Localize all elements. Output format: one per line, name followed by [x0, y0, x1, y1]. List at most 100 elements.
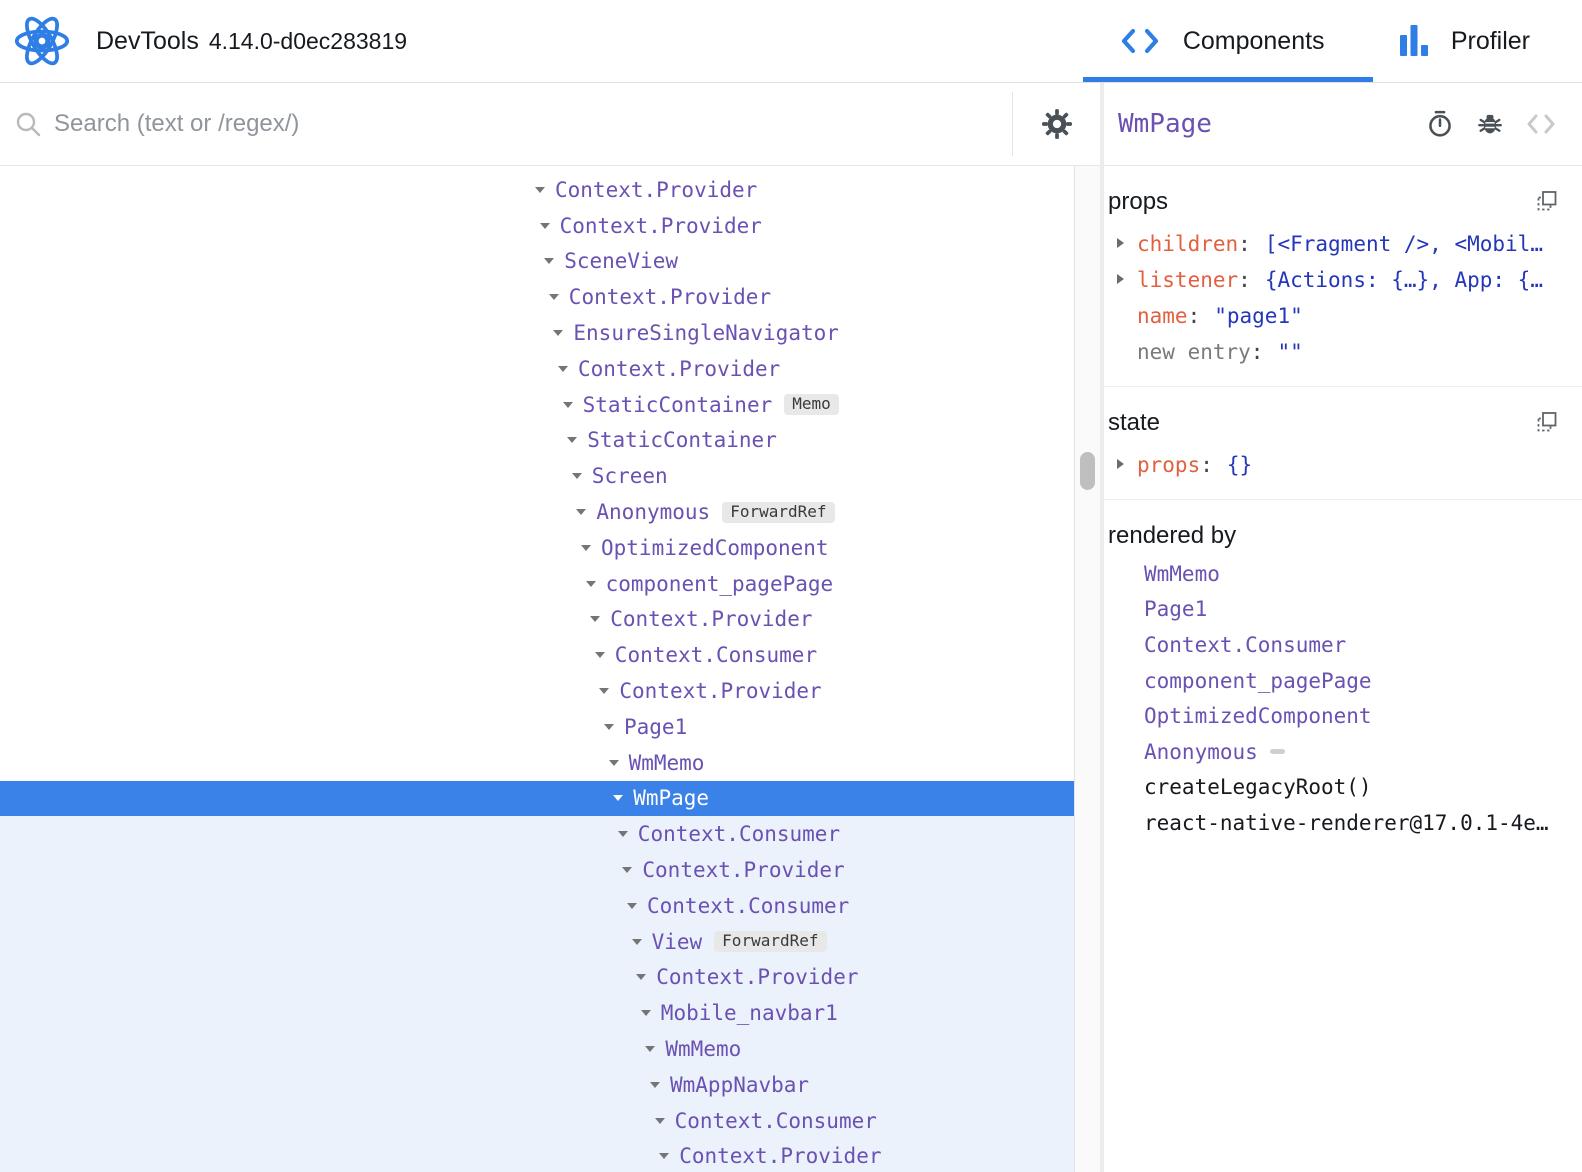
- caret-down-icon[interactable]: [613, 795, 623, 801]
- caret-down-icon[interactable]: [540, 223, 550, 229]
- tab-components[interactable]: Components: [1083, 0, 1373, 82]
- rendered-by-item[interactable]: Context.Consumer: [1106, 627, 1558, 663]
- component-tree[interactable]: Context.ProviderContext.ProviderSceneVie…: [0, 166, 1100, 1172]
- caret-down-icon[interactable]: [567, 437, 577, 443]
- caret-down-icon[interactable]: [659, 1153, 669, 1159]
- tree-row[interactable]: Context.Consumer: [0, 888, 1074, 924]
- tree-row[interactable]: EnsureSingleNavigator: [0, 315, 1074, 351]
- rendered-by-name[interactable]: component_pagePage: [1144, 669, 1372, 693]
- tree-row[interactable]: Context.Provider: [0, 279, 1074, 315]
- caret-down-icon[interactable]: [609, 760, 619, 766]
- component-name: Page1: [624, 715, 687, 739]
- tree-row[interactable]: OptimizedComponent: [0, 530, 1074, 566]
- prop-value[interactable]: {Actions: {…}, App: {…: [1265, 268, 1543, 292]
- prop-value[interactable]: "page1": [1214, 304, 1303, 328]
- rendered-by-name[interactable]: WmMemo: [1144, 562, 1220, 586]
- caret-down-icon[interactable]: [558, 366, 568, 372]
- caret-down-icon[interactable]: [553, 330, 563, 336]
- view-source-button[interactable]: [1526, 113, 1556, 135]
- rendered-by-item[interactable]: WmMemo: [1106, 556, 1558, 592]
- expand-arrow-icon[interactable]: [1115, 459, 1137, 471]
- rendered-by-name[interactable]: Page1: [1144, 597, 1207, 621]
- caret-down-icon[interactable]: [604, 724, 614, 730]
- caret-down-icon[interactable]: [645, 1046, 655, 1052]
- tree-row[interactable]: Context.Provider: [0, 960, 1074, 996]
- caret-down-icon[interactable]: [549, 294, 559, 300]
- expand-arrow-icon[interactable]: [1115, 274, 1137, 286]
- tree-row[interactable]: Context.Provider: [0, 172, 1074, 208]
- selected-component-title: WmPage: [1118, 109, 1212, 139]
- caret-down-icon[interactable]: [535, 187, 545, 193]
- prop-value[interactable]: "": [1277, 340, 1302, 364]
- search-input[interactable]: [54, 110, 1012, 138]
- tree-row[interactable]: Context.Provider: [0, 852, 1074, 888]
- tree-row[interactable]: Context.Consumer: [0, 816, 1074, 852]
- settings-button[interactable]: [1013, 108, 1100, 140]
- tree-row[interactable]: WmMemo: [0, 1031, 1074, 1067]
- caret-down-icon[interactable]: [581, 545, 591, 551]
- rendered-by-name[interactable]: OptimizedComponent: [1144, 704, 1372, 728]
- tree-scrollbar-thumb[interactable]: [1080, 452, 1095, 490]
- tab-profiler[interactable]: Profiler: [1373, 0, 1556, 82]
- tree-row[interactable]: Context.Provider: [0, 1139, 1074, 1172]
- rendered-by-label: rendered by: [1106, 522, 1236, 550]
- caret-down-icon[interactable]: [590, 616, 600, 622]
- caret-down-icon[interactable]: [586, 581, 596, 587]
- tree-row[interactable]: Context.Consumer: [0, 1103, 1074, 1139]
- caret-down-icon[interactable]: [627, 903, 637, 909]
- expand-arrow-icon[interactable]: [1115, 238, 1137, 250]
- tree-row[interactable]: Context.Provider: [0, 673, 1074, 709]
- kv-row: listener:{Actions: {…}, App: {…: [1106, 262, 1558, 298]
- tree-row[interactable]: ViewForwardRef: [0, 924, 1074, 960]
- tree-row[interactable]: WmAppNavbar: [0, 1067, 1074, 1103]
- caret-down-icon[interactable]: [618, 831, 628, 837]
- state-rows: props:{}: [1106, 447, 1558, 483]
- rendered-by-list: WmMemo Page1 Context.Consumer component_pag…: [1106, 556, 1558, 841]
- tree-row[interactable]: StaticContainer: [0, 423, 1074, 459]
- code-brackets-icon: [1119, 26, 1161, 56]
- copy-props-button[interactable]: [1536, 190, 1558, 215]
- rendered-by-item[interactable]: Page1: [1106, 592, 1558, 628]
- main-area: Context.ProviderContext.ProviderSceneVie…: [0, 83, 1582, 1172]
- tree-row[interactable]: Context.Provider: [0, 602, 1074, 638]
- caret-down-icon[interactable]: [655, 1118, 665, 1124]
- copy-state-button[interactable]: [1536, 411, 1558, 436]
- tree-scrollbar[interactable]: [1074, 166, 1100, 1172]
- tree-row[interactable]: StaticContainerMemo: [0, 387, 1074, 423]
- tree-row[interactable]: WmPage: [0, 781, 1074, 817]
- debug-log-button[interactable]: [1476, 110, 1504, 138]
- rendered-by-item[interactable]: component_pagePage: [1106, 663, 1558, 699]
- caret-down-icon[interactable]: [622, 867, 632, 873]
- tree-row[interactable]: Context.Provider: [0, 351, 1074, 387]
- caret-down-icon[interactable]: [599, 688, 609, 694]
- component-name: StaticContainer: [587, 428, 777, 452]
- rendered-by-item[interactable]: OptimizedComponent: [1106, 698, 1558, 734]
- caret-down-icon[interactable]: [641, 1010, 651, 1016]
- rendered-by-item[interactable]: Anonymous: [1106, 734, 1558, 770]
- tree-row[interactable]: Page1: [0, 709, 1074, 745]
- prop-colon: :: [1238, 232, 1251, 256]
- tree-row[interactable]: Context.Provider: [0, 208, 1074, 244]
- kv-row: props:{}: [1106, 447, 1558, 483]
- tree-row[interactable]: component_pagePage: [0, 566, 1074, 602]
- caret-down-icon[interactable]: [595, 652, 605, 658]
- caret-down-icon[interactable]: [576, 509, 586, 515]
- suspend-button[interactable]: [1426, 110, 1454, 138]
- tree-row[interactable]: Screen: [0, 458, 1074, 494]
- tree-row[interactable]: Mobile_navbar1: [0, 995, 1074, 1031]
- tree-row[interactable]: Context.Consumer: [0, 637, 1074, 673]
- caret-down-icon[interactable]: [544, 258, 554, 264]
- active-tab-underline: [1083, 77, 1373, 82]
- caret-down-icon[interactable]: [632, 939, 642, 945]
- tree-row[interactable]: SceneView: [0, 244, 1074, 280]
- prop-value[interactable]: [<Fragment />, <Mobil…: [1265, 232, 1543, 256]
- rendered-by-name[interactable]: Context.Consumer: [1144, 633, 1346, 657]
- prop-value[interactable]: {}: [1227, 453, 1252, 477]
- caret-down-icon[interactable]: [636, 974, 646, 980]
- caret-down-icon[interactable]: [572, 473, 582, 479]
- tree-row[interactable]: WmMemo: [0, 745, 1074, 781]
- caret-down-icon[interactable]: [650, 1082, 660, 1088]
- tree-row[interactable]: AnonymousForwardRef: [0, 494, 1074, 530]
- caret-down-icon[interactable]: [563, 402, 573, 408]
- rendered-by-name[interactable]: Anonymous: [1144, 740, 1258, 764]
